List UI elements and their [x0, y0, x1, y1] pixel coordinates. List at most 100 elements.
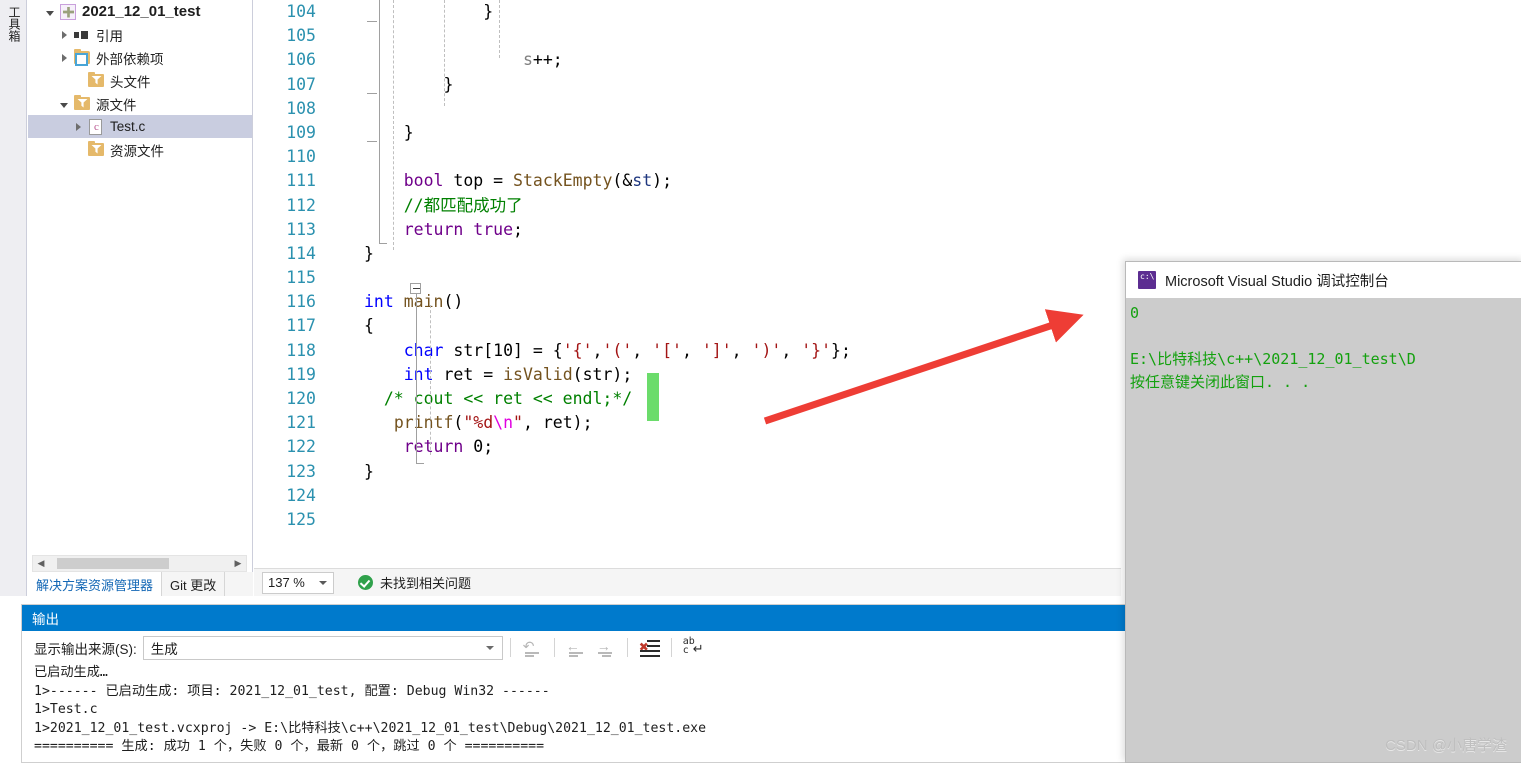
code-line-text: }: [364, 242, 374, 266]
code-line-text: char str[10] = {'{','(', '[', ']', ')', …: [364, 339, 851, 363]
tree-item-6[interactable]: 资源文件: [28, 138, 252, 161]
project-icon-glyph: [60, 3, 76, 20]
console-line: 0: [1130, 304, 1140, 322]
clear-all-icon[interactable]: ✖: [637, 636, 662, 660]
line-number: 121: [286, 413, 316, 433]
line-number: 124: [286, 485, 316, 505]
line-number: 120: [286, 389, 316, 408]
code-token: return: [403, 437, 464, 457]
line-number: 115: [286, 268, 316, 288]
console-line: 按任意键关闭此窗口. . .: [1130, 373, 1311, 391]
line-number: 117: [286, 316, 316, 336]
code-line-text: }: [364, 73, 453, 97]
tree-item-5[interactable]: Test.c: [28, 115, 252, 138]
tree-item-label: Test.c: [110, 119, 146, 134]
code-token: , ret);: [522, 413, 593, 433]
toolbox-label: 工具箱: [7, 6, 21, 42]
tree-item-4[interactable]: 源文件: [28, 92, 252, 115]
tab-git-changes[interactable]: Git 更改: [162, 572, 226, 596]
code-token: }: [364, 461, 374, 481]
line-number: 122: [286, 437, 316, 457]
output-text-content[interactable]: 已启动生成… 1>------ 已启动生成: 项目: 2021_12_01_tes…: [22, 664, 1128, 763]
code-token: /* cout << ret << endl;*/: [364, 389, 633, 408]
line-number: 113: [286, 219, 316, 239]
code-token: 0: [473, 437, 484, 457]
chevron-down-icon[interactable]: [319, 580, 327, 585]
filter-folder-icon: [72, 94, 92, 113]
collapse-triangle-icon[interactable]: [56, 92, 72, 115]
indent-guide: [499, 0, 500, 58]
tree-item-3[interactable]: 头文件: [28, 69, 252, 92]
output-line: 已启动生成…: [34, 665, 108, 680]
expand-triangle-icon[interactable]: [56, 46, 72, 69]
navigate-backward-icon[interactable]: ←: [564, 636, 589, 660]
console-line: E:\比特科技\c++\2021_12_01_test\D: [1130, 350, 1416, 368]
line-number: 109: [286, 122, 316, 142]
code-token: printf: [393, 413, 454, 433]
code-token: //都匹配成功了: [364, 195, 523, 215]
code-token: ;: [513, 219, 523, 239]
collapse-main-function-icon[interactable]: [410, 283, 421, 294]
tab-solution-explorer[interactable]: 解决方案资源管理器: [28, 572, 163, 596]
line-number: 119: [286, 364, 316, 384]
solution-explorer-panel: 2021_12_01_test 引用外部依赖项头文件源文件 Test.c 资源文件 ◀…: [28, 0, 253, 596]
line-number: 111: [286, 171, 316, 191]
chevron-down-icon[interactable]: [485, 645, 494, 650]
solution-tree[interactable]: 2021_12_01_test 引用外部依赖项头文件源文件 Test.c 资源文件: [28, 0, 252, 548]
tree-item-1[interactable]: 引用: [28, 23, 252, 46]
collapse-triangle-icon[interactable]: [42, 0, 58, 23]
output-source-combobox[interactable]: 生成: [142, 635, 503, 660]
line-number: 105: [286, 26, 316, 46]
line-number: 118: [286, 340, 316, 360]
expand-triangle-icon[interactable]: [70, 115, 86, 138]
code-token: isValid: [503, 364, 573, 384]
tree-item-label: 源文件: [96, 97, 137, 113]
console-output-text[interactable]: 0 E:\比特科技\c++\2021_12_01_test\D 按任意键关闭此窗口.…: [1126, 298, 1521, 762]
tree-item-label: 头文件: [110, 74, 151, 90]
code-token: '[': [652, 340, 682, 360]
issue-status: 未找到相关问题: [358, 573, 471, 592]
toolbox-panel-tab[interactable]: 工具箱: [0, 0, 27, 596]
toggle-word-wrap-icon[interactable]: ab c ↵: [681, 636, 706, 660]
filter-folder-icon-glyph: [88, 71, 104, 87]
solution-explorer-horizontal-scrollbar[interactable]: ◀ ▶: [32, 555, 247, 572]
tree-item-label: 2021_12_01_test: [82, 3, 201, 20]
toolbar-divider: [626, 638, 628, 657]
code-token: ,: [592, 340, 603, 360]
zoom-level-combobox[interactable]: 137 %: [262, 571, 334, 594]
scroll-left-arrow-icon[interactable]: ◀: [33, 556, 49, 571]
navigate-forward-icon[interactable]: →: [593, 636, 618, 660]
scroll-right-arrow-icon[interactable]: ▶: [230, 556, 246, 571]
console-app-icon: [1138, 271, 1156, 289]
expand-triangle-icon[interactable]: [56, 23, 72, 46]
triangle-glyph: [61, 53, 67, 62]
code-token: true: [473, 219, 514, 239]
tree-item-2[interactable]: 外部依赖项: [28, 46, 252, 69]
tree-item-label: 资源文件: [110, 143, 164, 159]
code-token: '{': [562, 340, 593, 360]
code-editor[interactable]: 104 } 105 106 s++; 107 } 108 109 } 110 111 bool…: [254, 0, 1121, 568]
console-title-label: Microsoft Visual Studio 调试控制台: [1165, 273, 1389, 290]
console-titlebar[interactable]: Microsoft Visual Studio 调试控制台: [1126, 262, 1521, 298]
code-line-text: {: [364, 314, 374, 338]
panel-gap: [0, 596, 1127, 604]
line-number: 108: [286, 98, 316, 118]
code-token: str[: [443, 340, 494, 360]
code-token: return: [403, 219, 464, 239]
code-token: bool: [403, 171, 444, 191]
tree-item-0[interactable]: 2021_12_01_test: [28, 0, 252, 23]
scrollbar-thumb[interactable]: [57, 558, 169, 569]
code-token: (&: [612, 171, 633, 191]
debug-console-window[interactable]: Microsoft Visual Studio 调试控制台 0 E:\比特科技\c…: [1125, 261, 1521, 763]
c-file-icon: [86, 118, 106, 136]
code-token: {: [364, 316, 374, 336]
code-token: st: [632, 171, 653, 191]
editor-status-bar: 137 % 未找到相关问题: [254, 568, 1121, 596]
find-message-source-icon[interactable]: ↶: [520, 636, 545, 660]
